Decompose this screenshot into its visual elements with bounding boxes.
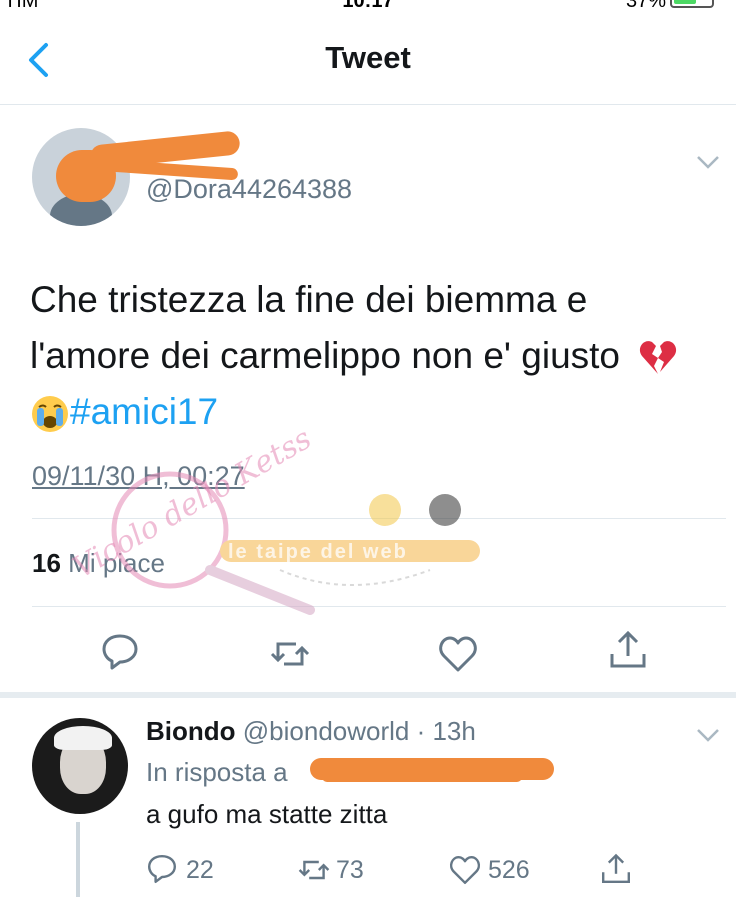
- reply-header[interactable]: Biondo @biondoworld · 13h: [146, 716, 476, 747]
- watermark-banner: le taipe del web: [228, 541, 408, 563]
- redaction-mark: [322, 772, 522, 782]
- thread-line: [76, 822, 80, 897]
- share-icon[interactable]: [608, 630, 648, 670]
- tweet-author-handle[interactable]: @Dora44264388: [146, 174, 352, 205]
- like-icon[interactable]: [448, 854, 482, 886]
- battery-percent: 37%: [625, 0, 666, 12]
- status-bar: TIM 10:17 37%: [0, 0, 736, 14]
- battery-icon: [670, 0, 714, 8]
- crying-face-icon: [32, 396, 68, 433]
- tweet-text-line-1: Che tristezza la fine dei biemma e: [30, 279, 588, 320]
- reply-avatar[interactable]: [32, 718, 128, 814]
- in-reply-prefix: In risposta a: [146, 757, 288, 787]
- retweet-count: 73: [336, 856, 364, 884]
- reply-author-meta: @biondoworld · 13h: [242, 716, 476, 746]
- navigation-bar: Tweet: [0, 14, 736, 105]
- dropdown-chevron-icon[interactable]: [696, 728, 720, 742]
- reply-count: 22: [186, 856, 214, 884]
- retweet-icon[interactable]: [296, 854, 332, 886]
- reply-text: a gufo ma statte zitta: [146, 799, 388, 829]
- tweet-text: Che tristezza la fine dei biemma e l'amo…: [30, 272, 720, 440]
- reply-icon[interactable]: [146, 852, 178, 886]
- page-title: Tweet: [325, 40, 411, 75]
- hashtag-link[interactable]: #amici17: [70, 391, 218, 432]
- in-reply-to[interactable]: In risposta a: [146, 757, 288, 788]
- dropdown-chevron-icon[interactable]: [696, 155, 720, 169]
- share-icon[interactable]: [600, 852, 632, 886]
- section-separator: [0, 692, 736, 698]
- like-icon[interactable]: [438, 634, 478, 674]
- tweet-text-line-2: l'amore dei carmelippo non e' giusto: [30, 335, 621, 376]
- broken-heart-icon: [640, 341, 677, 375]
- reply-author-name: Biondo: [146, 716, 236, 746]
- reply-icon[interactable]: [100, 632, 140, 672]
- retweet-icon[interactable]: [270, 634, 310, 674]
- like-count: 526: [488, 856, 530, 884]
